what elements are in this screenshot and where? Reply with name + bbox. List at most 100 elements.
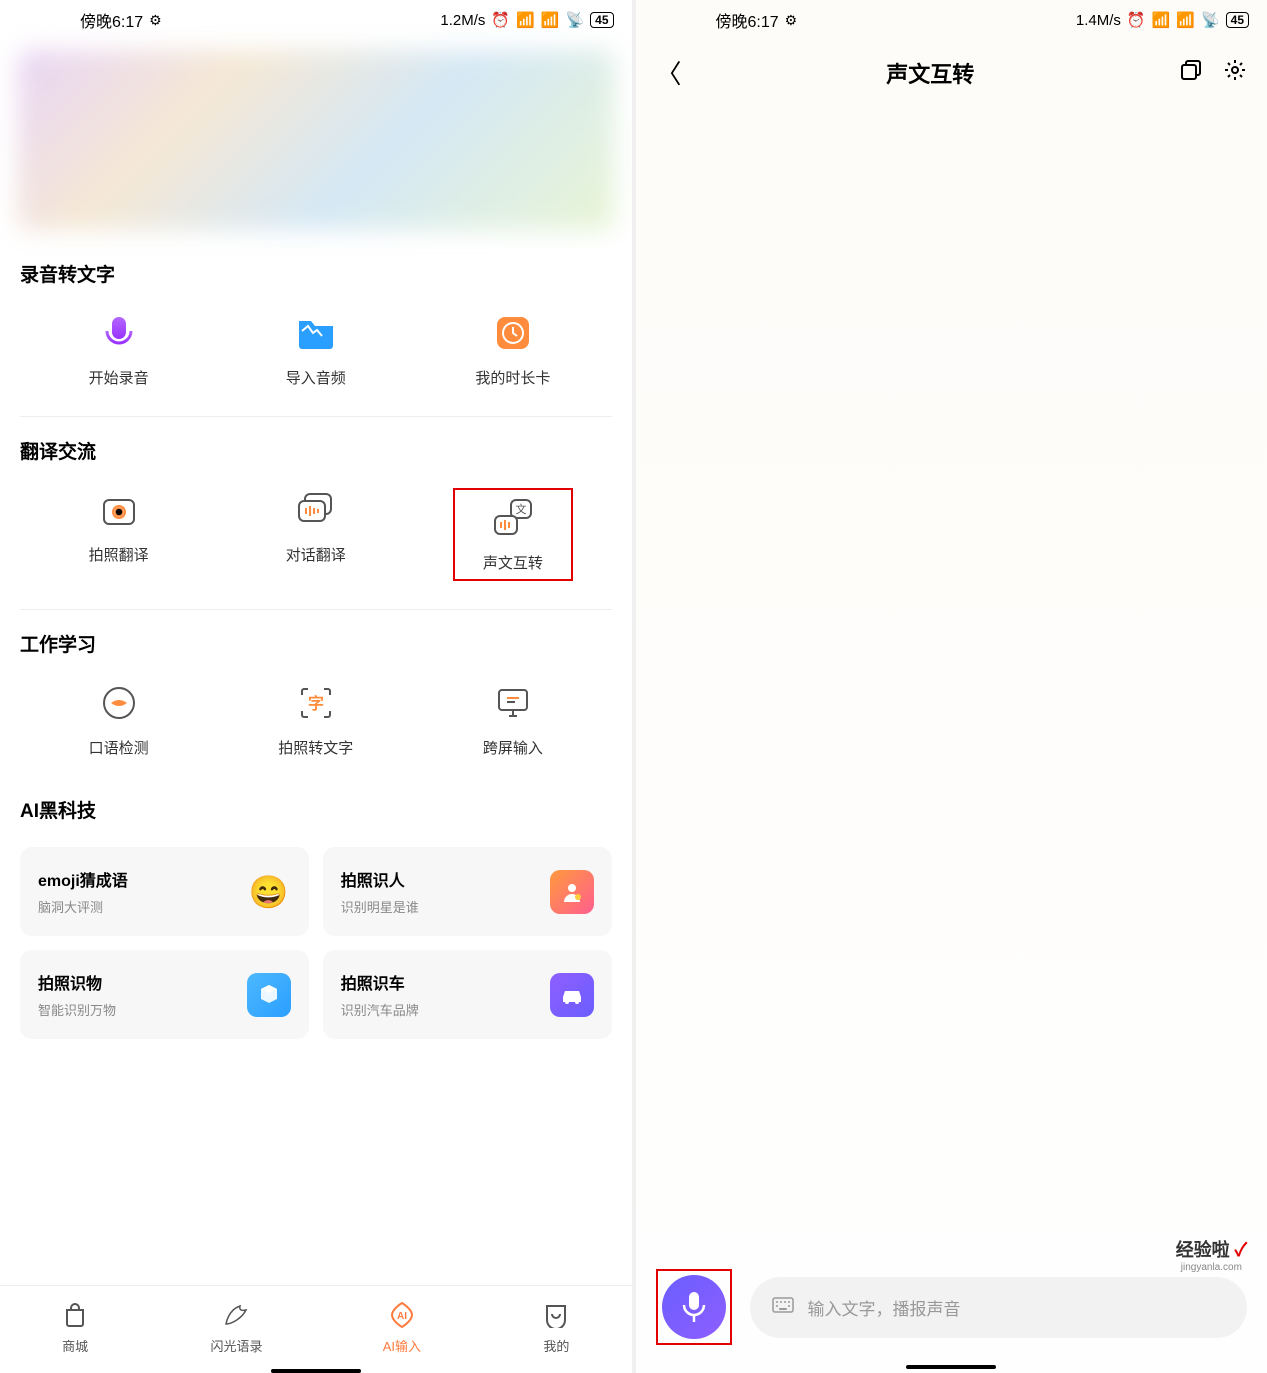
alarm-icon: ⏰ — [491, 11, 510, 29]
nav-label: AI输入 — [383, 1336, 421, 1355]
mic-button-highlight — [656, 1269, 732, 1345]
card-subtitle: 智能识别万物 — [38, 1000, 116, 1019]
card-title: 拍照识物 — [38, 970, 116, 994]
home-indicator — [906, 1365, 996, 1369]
nav-label: 商城 — [62, 1336, 88, 1355]
card-title: 拍照识车 — [341, 970, 419, 994]
duration-card-button[interactable]: 我的时长卡 — [453, 311, 573, 388]
home-indicator — [271, 1369, 361, 1373]
section-title: 录音转文字 — [20, 260, 612, 287]
voice-text-convert-button[interactable]: 文 声文互转 — [453, 488, 573, 581]
voice-text-icon: 文 — [491, 496, 535, 540]
grid-label: 开始录音 — [89, 367, 149, 388]
card-title: 拍照识人 — [341, 867, 419, 891]
check-icon: ✓ — [1235, 1240, 1247, 1260]
clock-icon — [491, 311, 535, 355]
card-subtitle: 脑洞大评测 — [38, 897, 128, 916]
signal-icon: 📶 — [516, 11, 535, 29]
input-bar: 输入文字，播报声音 — [636, 1253, 1267, 1373]
status-speed: 1.2M/s — [440, 12, 485, 29]
dialog-translate-button[interactable]: 对话翻译 — [256, 488, 376, 581]
speaking-test-button[interactable]: 口语检测 — [59, 681, 179, 758]
svg-text:文: 文 — [515, 502, 526, 516]
signal-icon: 📶 — [1152, 11, 1171, 29]
nav-mine[interactable]: 我的 — [541, 1300, 571, 1355]
copy-icon[interactable] — [1179, 58, 1203, 87]
section-ai-tech: AI黑科技 — [0, 796, 632, 847]
input-placeholder: 输入文字，播报声音 — [808, 1295, 961, 1320]
card-title: emoji猜成语 — [38, 867, 128, 891]
status-time: 傍晚6:17 — [80, 8, 143, 32]
mic-button[interactable] — [662, 1275, 726, 1339]
back-button[interactable]: 〈 — [656, 54, 682, 91]
person-icon — [550, 870, 594, 914]
battery-indicator: 45 — [590, 12, 613, 28]
section-work-study: 工作学习 口语检测 字 拍照转文字 跨屏输入 — [0, 630, 632, 786]
grid-label: 我的时长卡 — [475, 367, 550, 388]
nav-shop[interactable]: 商城 — [60, 1300, 90, 1355]
svg-text:字: 字 — [308, 694, 324, 713]
wifi-icon: 📡 — [1201, 11, 1220, 29]
status-bar: 傍晚6:17 ⚙ 1.2M/s ⏰ 📶 📶 📡 45 — [0, 0, 632, 40]
page-title: 声文互转 — [682, 57, 1179, 89]
right-phone-screen: 傍晚6:17 ⚙ 1.4M/s ⏰ 📶 📶 📡 45 〈 声文互转 — [636, 0, 1267, 1373]
start-recording-button[interactable]: 开始录音 — [59, 311, 179, 388]
monitor-icon — [491, 681, 535, 725]
status-time: 傍晚6:17 — [716, 8, 779, 32]
emoji-icon: 😄 — [247, 870, 291, 914]
wifi-icon: 📡 — [565, 11, 584, 29]
content-area — [636, 105, 1267, 1253]
svg-text:AI: AI — [397, 1311, 407, 1322]
nav-label: 闪光语录 — [210, 1336, 262, 1355]
gear-icon: ⚙ — [149, 12, 162, 29]
photo-object-card[interactable]: 拍照识物 智能识别万物 — [20, 950, 309, 1039]
mouth-icon — [97, 681, 141, 725]
gear-icon: ⚙ — [785, 12, 798, 29]
grid-label: 跨屏输入 — [483, 737, 543, 758]
cross-screen-input-button[interactable]: 跨屏输入 — [453, 681, 573, 758]
grid-label: 口语检测 — [89, 737, 149, 758]
photo-person-card[interactable]: 拍照识人 识别明星是谁 — [323, 847, 612, 936]
nav-ai-input[interactable]: AI AI输入 — [383, 1300, 421, 1355]
car-icon — [550, 973, 594, 1017]
grid-label: 对话翻译 — [286, 544, 346, 565]
status-speed: 1.4M/s — [1076, 12, 1121, 29]
blurred-banner — [18, 50, 614, 230]
top-bar: 〈 声文互转 — [636, 40, 1267, 105]
keyboard-icon — [772, 1297, 794, 1318]
ai-cards-grid: emoji猜成语 脑洞大评测 😄 拍照识人 识别明星是谁 拍照识物 智能识别万物 — [0, 847, 632, 1039]
card-subtitle: 识别明星是谁 — [341, 897, 419, 916]
section-translation: 翻译交流 拍照翻译 对话翻译 文 声文互转 — [0, 437, 632, 610]
nav-quotes[interactable]: 闪光语录 — [210, 1300, 262, 1355]
alarm-icon: ⏰ — [1127, 11, 1146, 29]
settings-icon[interactable] — [1223, 58, 1247, 87]
card-subtitle: 识别汽车品牌 — [341, 1000, 419, 1019]
chat-icon — [294, 488, 338, 532]
smile-icon — [541, 1300, 571, 1330]
grid-label: 声文互转 — [483, 552, 543, 573]
watermark: 经验啦 ✓ jingyanla.com — [1176, 1236, 1247, 1273]
photo-translate-button[interactable]: 拍照翻译 — [59, 488, 179, 581]
grid-label: 导入音频 — [286, 367, 346, 388]
bottom-nav: 商城 闪光语录 AI AI输入 我的 — [0, 1285, 632, 1373]
shop-icon — [60, 1300, 90, 1330]
photo-to-text-button[interactable]: 字 拍照转文字 — [256, 681, 376, 758]
grid-label: 拍照转文字 — [278, 737, 353, 758]
battery-indicator: 45 — [1226, 12, 1249, 28]
camera-translate-icon — [97, 488, 141, 532]
microphone-icon — [97, 311, 141, 355]
wing-icon — [221, 1300, 251, 1330]
section-title: AI黑科技 — [20, 796, 612, 823]
signal-icon-2: 📶 — [1176, 11, 1195, 29]
section-title: 翻译交流 — [20, 437, 612, 464]
left-phone-screen: 傍晚6:17 ⚙ 1.2M/s ⏰ 📶 📶 📡 45 录音转文字 开始录音 — [0, 0, 632, 1373]
import-audio-button[interactable]: 导入音频 — [256, 311, 376, 388]
folder-icon — [294, 311, 338, 355]
grid-label: 拍照翻译 — [89, 544, 149, 565]
cube-icon — [247, 973, 291, 1017]
ai-icon: AI — [387, 1300, 417, 1330]
photo-car-card[interactable]: 拍照识车 识别汽车品牌 — [323, 950, 612, 1039]
signal-icon-2: 📶 — [541, 11, 560, 29]
emoji-idiom-card[interactable]: emoji猜成语 脑洞大评测 😄 — [20, 847, 309, 936]
text-input[interactable]: 输入文字，播报声音 — [750, 1277, 1248, 1338]
